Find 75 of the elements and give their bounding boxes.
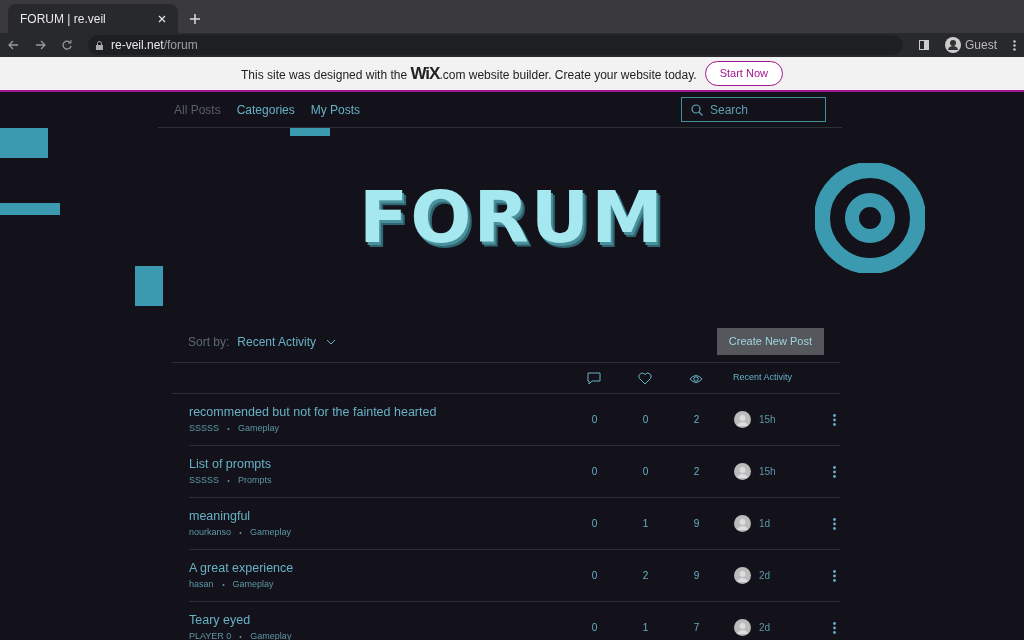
column-header: Recent Activity (733, 371, 793, 385)
time-text: 1d (759, 517, 771, 531)
start-now-button[interactable]: Start Now (704, 61, 783, 86)
post-author[interactable]: SSSSS (189, 422, 219, 436)
time-text: 2d (759, 621, 771, 635)
post-title[interactable]: A great experience (189, 559, 569, 579)
count-text: 0 (591, 622, 598, 633)
banner-text: This site was designed with the WiX.com website builder. Create your website today. (241, 62, 697, 85)
count-text: 9 (693, 518, 700, 529)
count-text: 0 (591, 518, 598, 529)
count-text: 0 (642, 414, 649, 425)
forward-icon (35, 40, 46, 50)
count-text: 2 (693, 466, 700, 477)
count-text: 1 (642, 518, 649, 529)
time-text: 15h (759, 413, 776, 427)
post-author[interactable]: nourkanso (189, 526, 232, 540)
nav-tab[interactable]: My Posts (310, 100, 361, 119)
count-text: 0 (591, 414, 598, 425)
create-post-button[interactable]: Create New Post (716, 328, 824, 355)
block-drawing (0, 203, 60, 215)
kebab-icon (833, 518, 836, 531)
post-category[interactable]: Prompts (238, 474, 272, 488)
count-text: 0 (642, 466, 649, 477)
tab-title: FORUM | re.veil (20, 10, 106, 28)
close-icon (158, 14, 166, 23)
post-title[interactable]: meaningful (189, 507, 569, 527)
count-text: 0 (591, 570, 598, 581)
block-drawing (135, 266, 163, 306)
reload-icon (62, 40, 72, 50)
profile-icon (945, 37, 961, 53)
hero-title: FORUM (359, 174, 665, 261)
post-author[interactable]: hasan (189, 578, 214, 592)
search-icon (691, 104, 703, 116)
avatar-icon (734, 567, 751, 584)
post-author[interactable]: SSSSS (189, 474, 219, 488)
lock-icon (96, 40, 103, 50)
count-text: 9 (693, 570, 700, 581)
kebab-icon (833, 466, 836, 479)
post-category[interactable]: Gameplay (238, 422, 280, 436)
time-text: 2d (759, 569, 771, 583)
browser-tab[interactable]: FORUM | re.veil (8, 4, 178, 33)
kebab-icon (833, 414, 836, 427)
count-text: 2 (642, 570, 649, 581)
plus-icon (190, 14, 200, 24)
heart-icon (637, 371, 652, 386)
post-author[interactable]: PLAYER 0 (189, 630, 232, 640)
count-text: 0 (591, 466, 598, 477)
post-category[interactable]: Gameplay (232, 578, 274, 592)
count-text: 2 (693, 414, 700, 425)
address-bar[interactable]: re-veil.net/forum (88, 35, 903, 55)
kebab-icon (833, 570, 836, 583)
post-title[interactable]: recommended but not for the fainted hearted (189, 403, 569, 423)
comment-icon (586, 371, 601, 386)
count-text: 7 (693, 622, 700, 633)
avatar-icon (734, 515, 751, 532)
avatar-icon (734, 463, 751, 480)
time-text: 15h (759, 465, 776, 479)
search-field[interactable]: Search (681, 97, 826, 122)
avatar-icon (734, 619, 751, 636)
count-text: 1 (642, 622, 649, 633)
more-icon (1013, 39, 1016, 51)
nav-tab[interactable]: Categories (236, 100, 295, 119)
chevron-down-icon (326, 338, 337, 345)
block-drawing (0, 128, 48, 158)
post-category[interactable]: Gameplay (250, 526, 292, 540)
kebab-icon (833, 622, 836, 635)
side-panel-icon (919, 40, 929, 50)
block-drawing (290, 128, 330, 136)
back-icon (8, 40, 19, 50)
avatar-icon (734, 411, 751, 428)
post-title[interactable]: List of prompts (189, 455, 569, 475)
sort-dropdown[interactable]: Sort by: Recent Activity (188, 332, 337, 351)
profile-name[interactable]: Guest (965, 36, 997, 54)
url-text: re-veil.net/forum (111, 37, 198, 54)
post-title[interactable]: Teary eyed (189, 611, 569, 631)
